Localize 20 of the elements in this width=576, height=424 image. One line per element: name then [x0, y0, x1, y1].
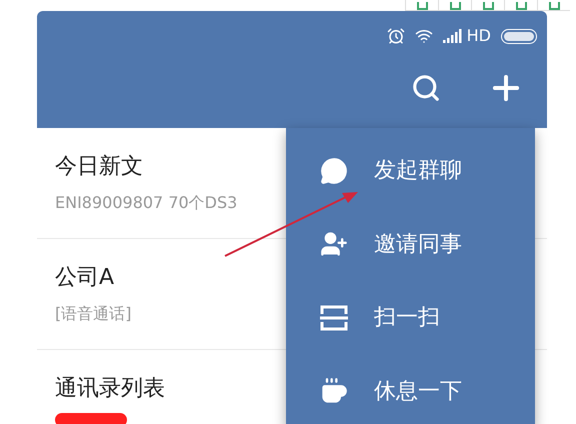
wifi-icon — [414, 27, 433, 45]
conversation-title: 通讯录列表 — [55, 375, 165, 403]
menu-item[interactable]: 休息一下 — [286, 354, 535, 424]
menu-item[interactable]: 扫一扫 — [286, 281, 535, 354]
scan-icon — [320, 304, 348, 331]
conversation-preview: [语音通话] — [55, 303, 132, 325]
cup-icon — [320, 377, 348, 406]
signal-icon — [442, 29, 463, 43]
speech-bubble-icon — [320, 156, 348, 185]
menu-item[interactable]: 邀请同事 — [286, 208, 535, 281]
toolbar-icon[interactable] — [548, 2, 560, 10]
alarm-icon — [386, 27, 405, 45]
conversation-title: 今日新文 — [55, 153, 143, 181]
menu-item[interactable]: 发起群聊 — [286, 134, 535, 208]
network-label: HD — [466, 25, 491, 47]
search-button[interactable] — [411, 73, 441, 103]
battery-icon — [501, 28, 537, 44]
conversation-title: 公司A — [55, 264, 114, 292]
conversation-preview: ENI89009807 70个DS3 — [55, 192, 238, 214]
add-person-icon — [320, 230, 348, 258]
